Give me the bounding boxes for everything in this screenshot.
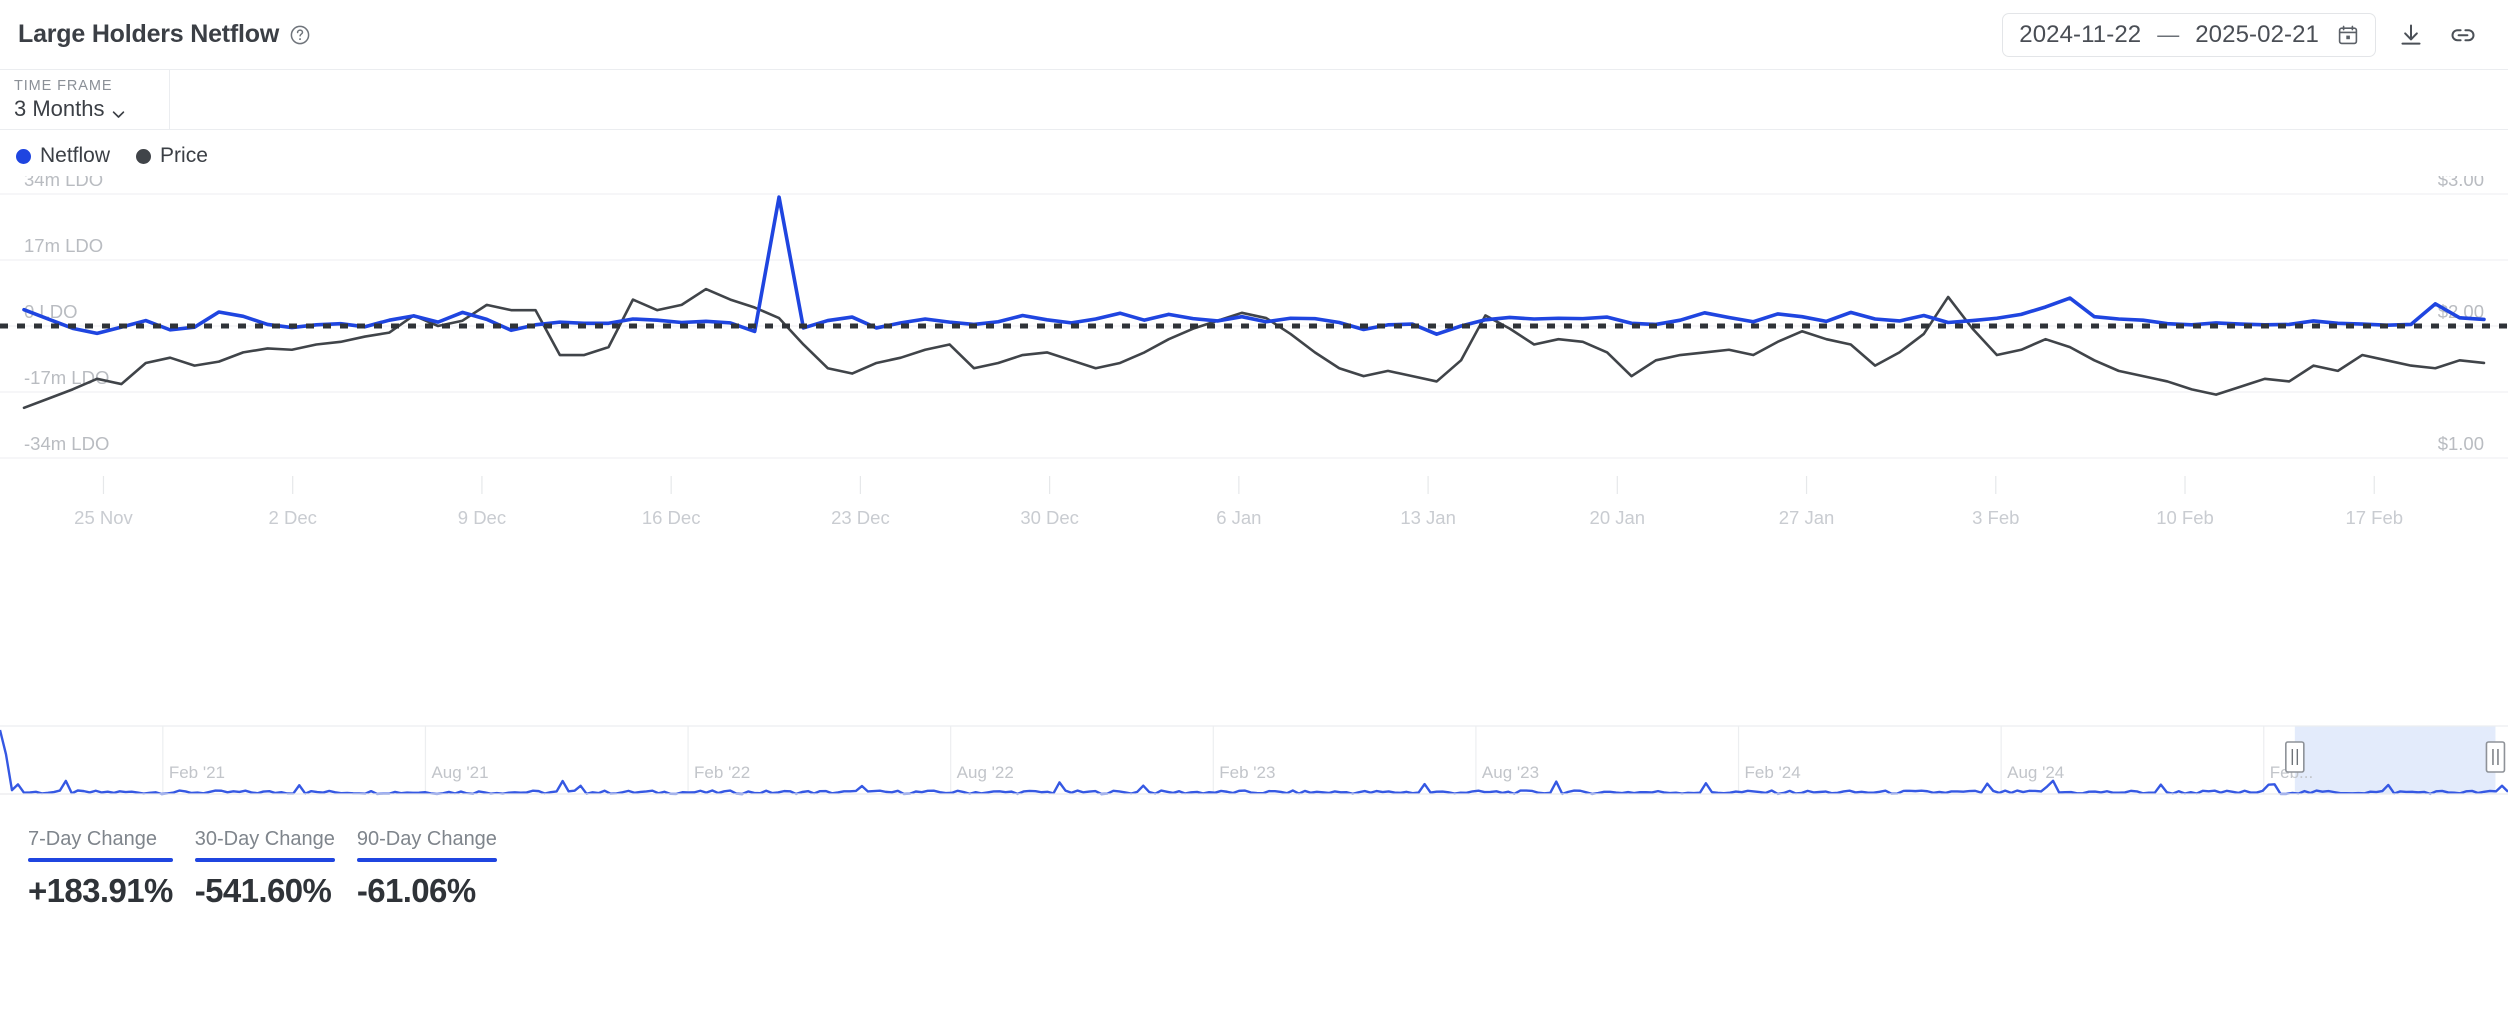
x-axis-tick-label: 23 Dec	[831, 507, 890, 528]
download-icon[interactable]	[2394, 18, 2428, 52]
x-axis-tick-label: 2 Dec	[269, 507, 317, 528]
timeframe-selector[interactable]: TIME FRAME 3 Months	[0, 70, 170, 129]
navigator-labels: Feb '21 Aug '21 Feb '22 Aug '22 Feb '23 Aug '…	[169, 763, 2313, 782]
price-line	[24, 289, 2484, 408]
x-axis-tick-label: 20 Jan	[1590, 507, 1646, 528]
navigator-tick-label: Aug '22	[957, 763, 1014, 782]
stat-value-7-day: +183.91%	[28, 862, 173, 910]
navigator-selection-region[interactable]	[2295, 726, 2496, 794]
main-chart[interactable]: 34m LDO17m LDO0 LDO-17m LDO-34m LDO $3.0…	[0, 176, 2508, 716]
link-icon[interactable]	[2446, 18, 2480, 52]
y-axis-left-tick: -34m LDO	[24, 433, 109, 454]
stat-label-30-day: 30-Day Change	[195, 828, 335, 858]
navigator-series-line	[0, 730, 2508, 794]
stat-value-90-day: -61.06%	[357, 862, 497, 910]
navigator-tick-label: Aug '24	[2007, 763, 2064, 782]
x-axis-tick-label: 9 Dec	[458, 507, 506, 528]
drag-handle-left[interactable]	[2286, 742, 2304, 772]
y-axis-right-tick: $1.00	[2438, 433, 2484, 454]
timeframe-value-row: 3 Months	[14, 96, 155, 122]
navigator-tick-label: Feb '24	[1745, 763, 1801, 782]
navigator-gridlines	[0, 726, 2508, 794]
netflow-price-chart-svg: 34m LDO17m LDO0 LDO-17m LDO-34m LDO $3.0…	[0, 176, 2508, 716]
stat-value-30-day: -541.60%	[195, 862, 335, 910]
legend-item-netflow[interactable]: Netflow	[16, 144, 110, 168]
chevron-down-icon[interactable]	[111, 102, 125, 116]
legend-label-price: Price	[160, 144, 208, 168]
x-axis-tick-label: 16 Dec	[642, 507, 701, 528]
x-axis-ticks	[103, 476, 2374, 494]
timeframe-bar: TIME FRAME 3 Months	[0, 70, 2508, 130]
chart-navigator[interactable]: Feb '21 Aug '21 Feb '22 Aug '22 Feb '23 Aug '…	[0, 716, 2508, 806]
stat-label-7-day: 7-Day Change	[28, 828, 173, 858]
y-axis-right-tick: $3.00	[2438, 176, 2484, 190]
navigator-tick-label: Feb '23	[1219, 763, 1275, 782]
header-right-group: 2024-11-22 — 2025-02-21	[2002, 13, 2480, 57]
metric-page: Large Holders Netflow 2024-11-22 — 2025-…	[0, 0, 2508, 1028]
x-axis-tick-label: 27 Jan	[1779, 507, 1835, 528]
page-title: Large Holders Netflow	[18, 20, 279, 49]
navigator-svg: Feb '21 Aug '21 Feb '22 Aug '22 Feb '23 Aug '…	[0, 716, 2508, 806]
y-axis-left-tick: 34m LDO	[24, 176, 103, 190]
date-range-picker[interactable]: 2024-11-22 — 2025-02-21	[2002, 13, 2376, 57]
y-axis-left-tick: 17m LDO	[24, 235, 103, 256]
date-range-separator: —	[2157, 22, 2179, 48]
legend-dot-price	[136, 149, 151, 164]
stat-90-day[interactable]: 90-Day Change -61.06%	[357, 828, 497, 910]
netflow-line	[24, 197, 2484, 334]
stat-label-90-day: 90-Day Change	[357, 828, 497, 858]
navigator-tick-label: Aug '21	[431, 763, 488, 782]
navigator-tick-label: Feb '21	[169, 763, 225, 782]
stat-30-day[interactable]: 30-Day Change -541.60%	[195, 828, 335, 910]
question-circle-icon[interactable]	[289, 24, 311, 46]
date-range-end: 2025-02-21	[2195, 21, 2319, 49]
x-axis-tick-label: 25 Nov	[74, 507, 133, 528]
calendar-icon[interactable]	[2337, 24, 2359, 46]
legend-label-netflow: Netflow	[40, 144, 110, 168]
header-left-group: Large Holders Netflow	[18, 20, 311, 49]
stat-7-day[interactable]: 7-Day Change +183.91%	[28, 828, 173, 910]
x-axis-tick-label: 3 Feb	[1972, 507, 2019, 528]
date-range-start: 2024-11-22	[2019, 21, 2141, 49]
legend-dot-netflow	[16, 149, 31, 164]
y-axis-right-labels: $3.00$2.00$1.00	[2438, 176, 2484, 454]
x-axis-tick-label: 13 Jan	[1400, 507, 1456, 528]
change-stats: 7-Day Change +183.91% 30-Day Change -541…	[0, 806, 2508, 910]
timeframe-label: TIME FRAME	[14, 78, 155, 94]
page-header: Large Holders Netflow 2024-11-22 — 2025-…	[0, 0, 2508, 70]
y-axis-left-tick: -17m LDO	[24, 367, 109, 388]
chart-legend: Netflow Price	[0, 130, 2508, 176]
legend-item-price[interactable]: Price	[136, 144, 208, 168]
x-axis-tick-label: 10 Feb	[2156, 507, 2214, 528]
x-axis-tick-label: 30 Dec	[1020, 507, 1079, 528]
timeframe-value: 3 Months	[14, 96, 105, 122]
x-axis-tick-label: 17 Feb	[2345, 507, 2403, 528]
navigator-tick-label: Aug '23	[1482, 763, 1539, 782]
x-axis-tick-label: 6 Jan	[1216, 507, 1261, 528]
drag-handle-right[interactable]	[2486, 742, 2504, 772]
navigator-tick-label: Feb '22	[694, 763, 750, 782]
x-axis-labels: 25 Nov 2 Dec 9 Dec 16 Dec 23 Dec 30 Dec 6 Jan 1…	[74, 507, 2403, 528]
